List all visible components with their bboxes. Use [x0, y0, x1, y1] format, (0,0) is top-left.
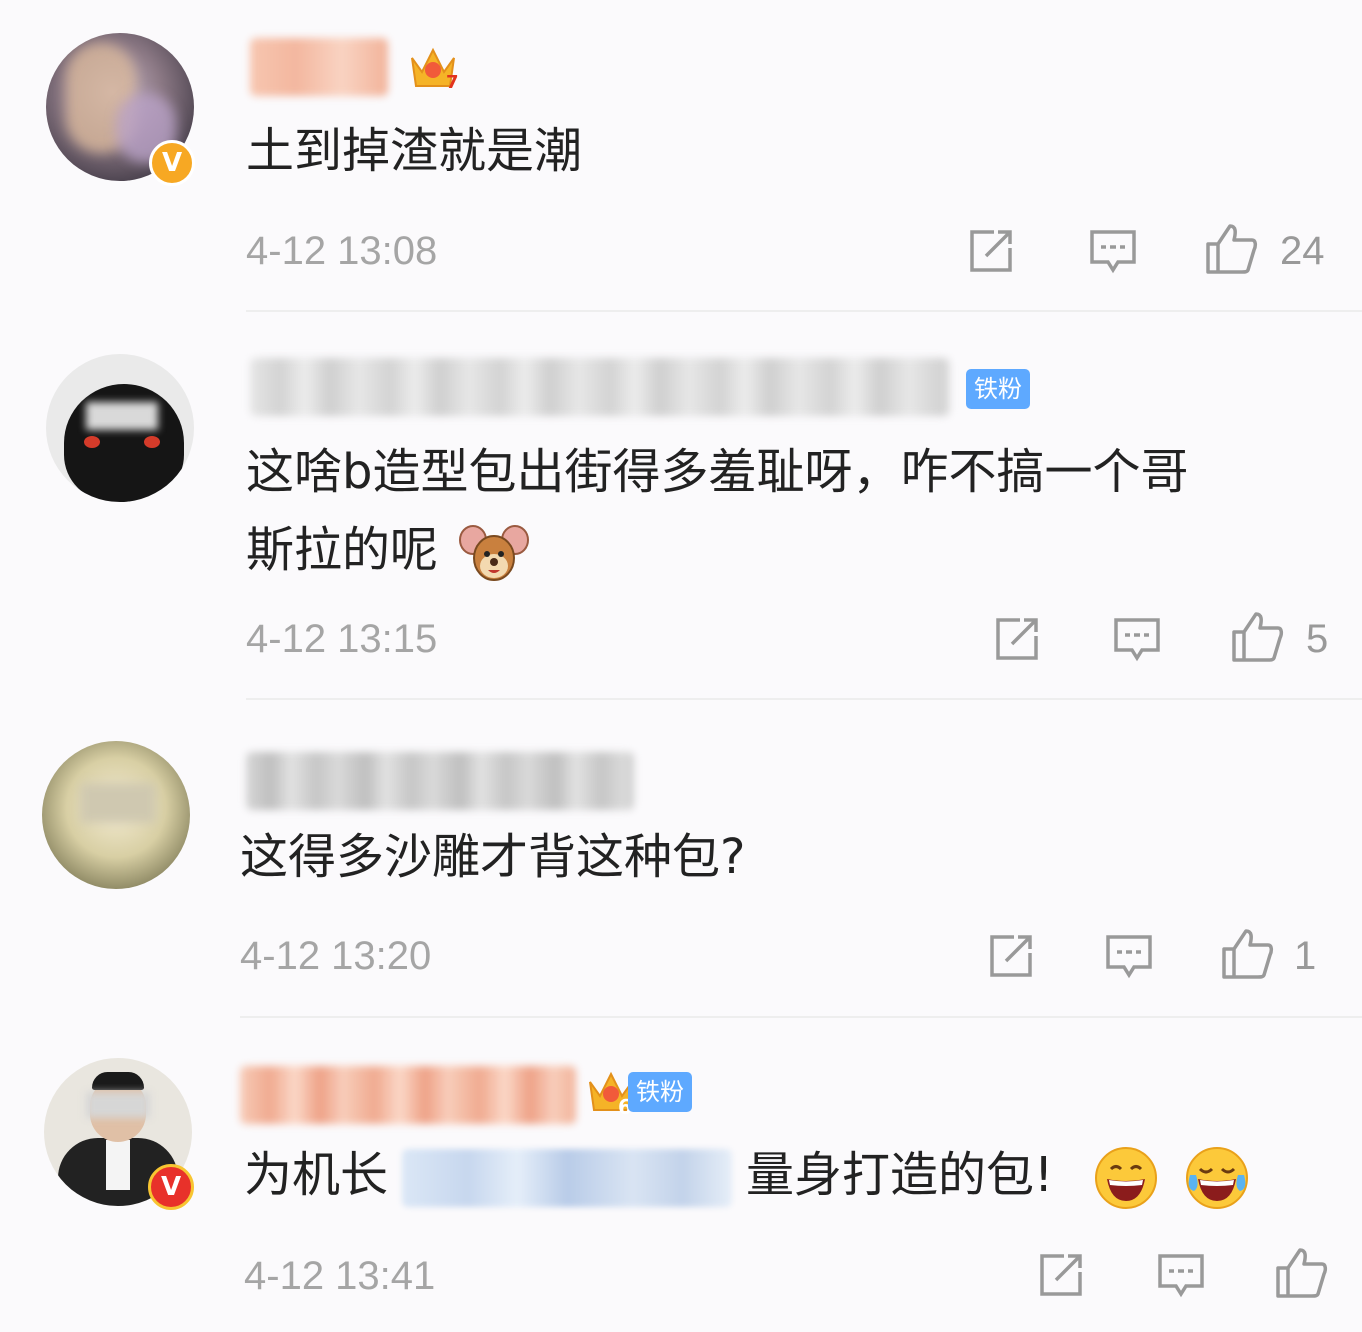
- laughing-emoji-icon: [1094, 1147, 1157, 1209]
- thumbs-up-icon[interactable]: [1204, 222, 1258, 276]
- comment-icon[interactable]: [1110, 612, 1164, 666]
- comment-time: 4-12 13:41: [244, 1254, 436, 1298]
- verified-badge-icon: V: [148, 1164, 194, 1210]
- username-blurred[interactable]: [246, 752, 634, 810]
- username-blurred[interactable]: [250, 38, 388, 96]
- fan-tag: 铁粉: [628, 1072, 692, 1112]
- divider: [240, 1016, 1362, 1018]
- verified-badge-icon: V: [149, 140, 195, 186]
- svg-text:7: 7: [446, 72, 459, 93]
- username-blurred[interactable]: [240, 1066, 576, 1124]
- like-count: 24: [1280, 229, 1325, 273]
- comment-text-line2: 斯拉的呢: [246, 511, 530, 589]
- mention-blurred[interactable]: [402, 1149, 733, 1207]
- thumbs-up-icon[interactable]: [1274, 1246, 1328, 1300]
- share-icon[interactable]: [964, 224, 1018, 278]
- avatar[interactable]: [46, 354, 194, 502]
- avatar-badge-wrap: V: [44, 1058, 194, 1210]
- comment-icon[interactable]: [1102, 929, 1156, 983]
- comment-text: 这啥b造型包出街得多羞耻呀，咋不搞一个哥: [246, 444, 1189, 500]
- comment-icon[interactable]: [1086, 224, 1140, 278]
- comment-text-segment: 斯拉的呢: [246, 522, 439, 578]
- thumbs-up-icon[interactable]: [1230, 610, 1284, 664]
- comment-icon[interactable]: [1154, 1248, 1208, 1302]
- share-icon[interactable]: [984, 929, 1038, 983]
- share-icon[interactable]: [1034, 1248, 1088, 1302]
- avatar[interactable]: [42, 741, 190, 889]
- like-count: 5: [1306, 617, 1329, 661]
- crown-level-icon: 7: [411, 47, 459, 93]
- comment-text: 为机长 量身打造的包!: [244, 1136, 1250, 1214]
- comment-text-segment: 为机长: [244, 1147, 389, 1203]
- tears-of-joy-emoji-icon: [1185, 1147, 1248, 1209]
- fan-tag: 铁粉: [966, 369, 1030, 409]
- comment-time: 4-12 13:08: [246, 229, 438, 273]
- thumbs-up-icon[interactable]: [1220, 927, 1274, 981]
- comment-text: 土到掉渣就是潮: [246, 123, 583, 179]
- divider: [246, 310, 1362, 312]
- avatar-badge-wrap: V: [46, 33, 195, 186]
- username-blurred[interactable]: [250, 358, 950, 416]
- mouse-emoji-icon: [459, 525, 530, 581]
- comment-time: 4-12 13:15: [246, 617, 438, 661]
- share-icon[interactable]: [990, 612, 1044, 666]
- divider: [246, 698, 1362, 700]
- like-count: 1: [1294, 934, 1317, 978]
- comment-text-segment: 量身打造的包!: [746, 1147, 1054, 1203]
- comment-time: 4-12 13:20: [240, 934, 432, 978]
- comment-text: 这得多沙雕才背这种包?: [240, 829, 746, 885]
